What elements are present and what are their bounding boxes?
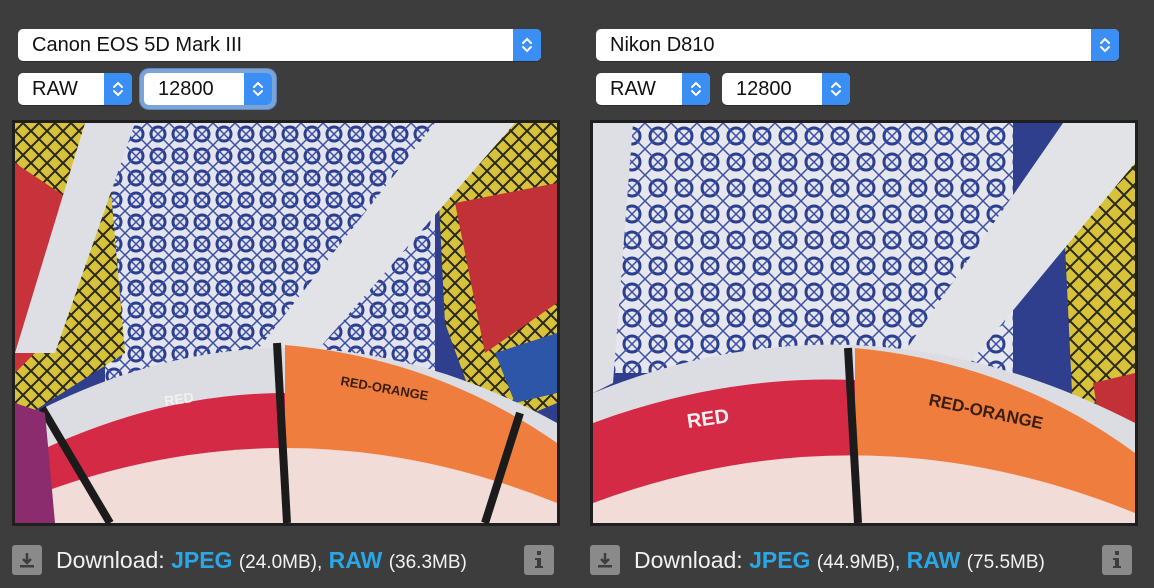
select-stepper-icon	[244, 73, 272, 105]
comparison-panel-left: Canon EOS 5D Mark III RAW 12800 RED RED-…	[12, 0, 562, 588]
camera-select-value: Nikon D810	[610, 33, 715, 56]
sample-image: RED RED-ORANGE	[593, 123, 1135, 523]
camera-select[interactable]: Canon EOS 5D Mark III	[18, 29, 541, 61]
comparison-panel-right: Nikon D810 RAW 12800 RED RED-ORANGE Down…	[590, 0, 1140, 588]
download-text: Download: JPEG (44.9MB), RAW (75.5MB)	[634, 547, 1045, 574]
download-label: Download:	[634, 546, 743, 573]
jpeg-size: (24.0MB),	[238, 551, 323, 573]
download-row: Download: JPEG (24.0MB), RAW (36.3MB)	[12, 542, 560, 578]
download-text: Download: JPEG (24.0MB), RAW (36.3MB)	[56, 547, 467, 574]
download-label: Download:	[56, 546, 165, 573]
iso-select[interactable]: 12800	[722, 73, 850, 105]
info-icon[interactable]	[524, 545, 554, 575]
download-raw-link[interactable]: RAW	[329, 547, 383, 573]
select-stepper-icon	[104, 73, 132, 105]
camera-select-value: Canon EOS 5D Mark III	[32, 33, 243, 56]
select-stepper-icon	[822, 73, 850, 105]
info-icon[interactable]	[1102, 545, 1132, 575]
iso-select[interactable]: 12800	[144, 73, 272, 105]
download-jpeg-link[interactable]: JPEG	[171, 547, 232, 573]
sample-image: RED RED-ORANGE	[15, 123, 557, 523]
select-stepper-icon	[513, 29, 541, 61]
sample-image-frame: RED RED-ORANGE	[12, 120, 560, 526]
camera-select[interactable]: Nikon D810	[596, 29, 1119, 61]
raw-size: (75.5MB)	[966, 551, 1045, 573]
download-jpeg-link[interactable]: JPEG	[749, 547, 810, 573]
select-stepper-icon	[1091, 29, 1119, 61]
download-raw-link[interactable]: RAW	[907, 547, 961, 573]
format-select[interactable]: RAW	[596, 73, 710, 105]
download-icon[interactable]	[590, 545, 620, 575]
select-stepper-icon	[682, 73, 710, 105]
download-row: Download: JPEG (44.9MB), RAW (75.5MB)	[590, 542, 1138, 578]
jpeg-size: (44.9MB),	[816, 551, 901, 573]
download-icon[interactable]	[12, 545, 42, 575]
sample-image-frame: RED RED-ORANGE	[590, 120, 1138, 526]
raw-size: (36.3MB)	[388, 551, 467, 573]
format-select[interactable]: RAW	[18, 73, 132, 105]
